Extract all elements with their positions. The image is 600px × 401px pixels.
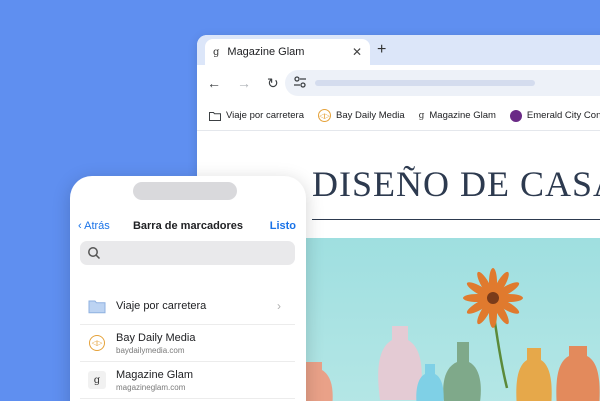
new-tab-icon[interactable]: + <box>377 41 386 59</box>
site-settings-icon[interactable] <box>293 75 307 89</box>
bay-daily-media-icon: ◁▷ <box>89 335 105 351</box>
list-item-name: Magazine Glam <box>116 368 194 381</box>
url-placeholder <box>315 80 535 86</box>
list-item-name: Viaje por carretera <box>116 300 207 312</box>
back-icon[interactable]: ← <box>207 75 221 91</box>
done-button[interactable]: Listo <box>270 220 296 232</box>
emerald-city-cones-icon <box>509 109 522 122</box>
list-item-url: magazineglam.com <box>116 382 186 392</box>
list-item-name: Bay Daily Media <box>116 331 196 344</box>
bookmarks-bar: Viaje por carretera ◁▷ Bay Daily Media g… <box>197 101 600 131</box>
search-icon <box>88 247 101 260</box>
bookmark-list: Viaje por carretera › ◁▷ Bay Daily Media… <box>80 288 295 399</box>
heading-divider <box>312 219 600 220</box>
list-item-bay-daily-media[interactable]: ◁▷ Bay Daily Media baydailymedia.com <box>80 325 295 362</box>
bay-daily-media-icon: ◁▷ <box>317 109 331 122</box>
forward-icon[interactable]: → <box>237 75 251 91</box>
bookmark-label: Viaje por carretera <box>226 110 304 121</box>
reload-icon[interactable]: ↻ <box>267 75 279 92</box>
list-item-magazine-glam[interactable]: g Magazine Glam magazineglam.com <box>80 362 295 399</box>
folder-icon <box>209 111 221 121</box>
tab-title: Magazine Glam <box>227 46 305 58</box>
bookmark-label: Magazine Glam <box>429 110 496 121</box>
close-tab-icon[interactable]: ✕ <box>352 45 362 59</box>
bookmark-label: Emerald City Cones <box>526 110 600 121</box>
phone-screen: ‹ Atrás Barra de marcadores Listo Viaje … <box>70 176 306 401</box>
chevron-right-icon: › <box>277 299 281 313</box>
bookmark-viaje-por-carretera[interactable]: Viaje por carretera <box>209 110 304 121</box>
list-item-viaje-por-carretera[interactable]: Viaje por carretera › <box>80 288 295 325</box>
bookmark-magazine-glam[interactable]: g Magazine Glam <box>419 110 496 121</box>
page-heading: DISEÑO DE CASA <box>312 164 600 204</box>
tab-strip: g Magazine Glam ✕ + <box>197 35 600 65</box>
magazine-glam-favicon-icon: g <box>213 46 220 58</box>
magazine-glam-icon: g <box>418 110 425 121</box>
tab-magazine-glam[interactable]: g Magazine Glam ✕ <box>205 39 370 65</box>
folder-icon <box>88 297 106 315</box>
search-input[interactable] <box>80 241 295 265</box>
dynamic-island <box>133 182 237 200</box>
bookmark-emerald-city-cones[interactable]: Emerald City Cones <box>509 109 600 122</box>
bookmark-label: Bay Daily Media <box>335 110 405 121</box>
magazine-glam-icon: g <box>88 371 106 389</box>
address-bar[interactable] <box>285 70 600 96</box>
vases-flower-illustration <box>297 268 600 401</box>
list-item-url: baydailymedia.com <box>116 345 185 355</box>
bookmark-bay-daily-media[interactable]: ◁▷ Bay Daily Media <box>317 109 405 122</box>
hero-image <box>297 238 600 401</box>
phone-nav-bar: ‹ Atrás Barra de marcadores Listo <box>70 216 306 236</box>
